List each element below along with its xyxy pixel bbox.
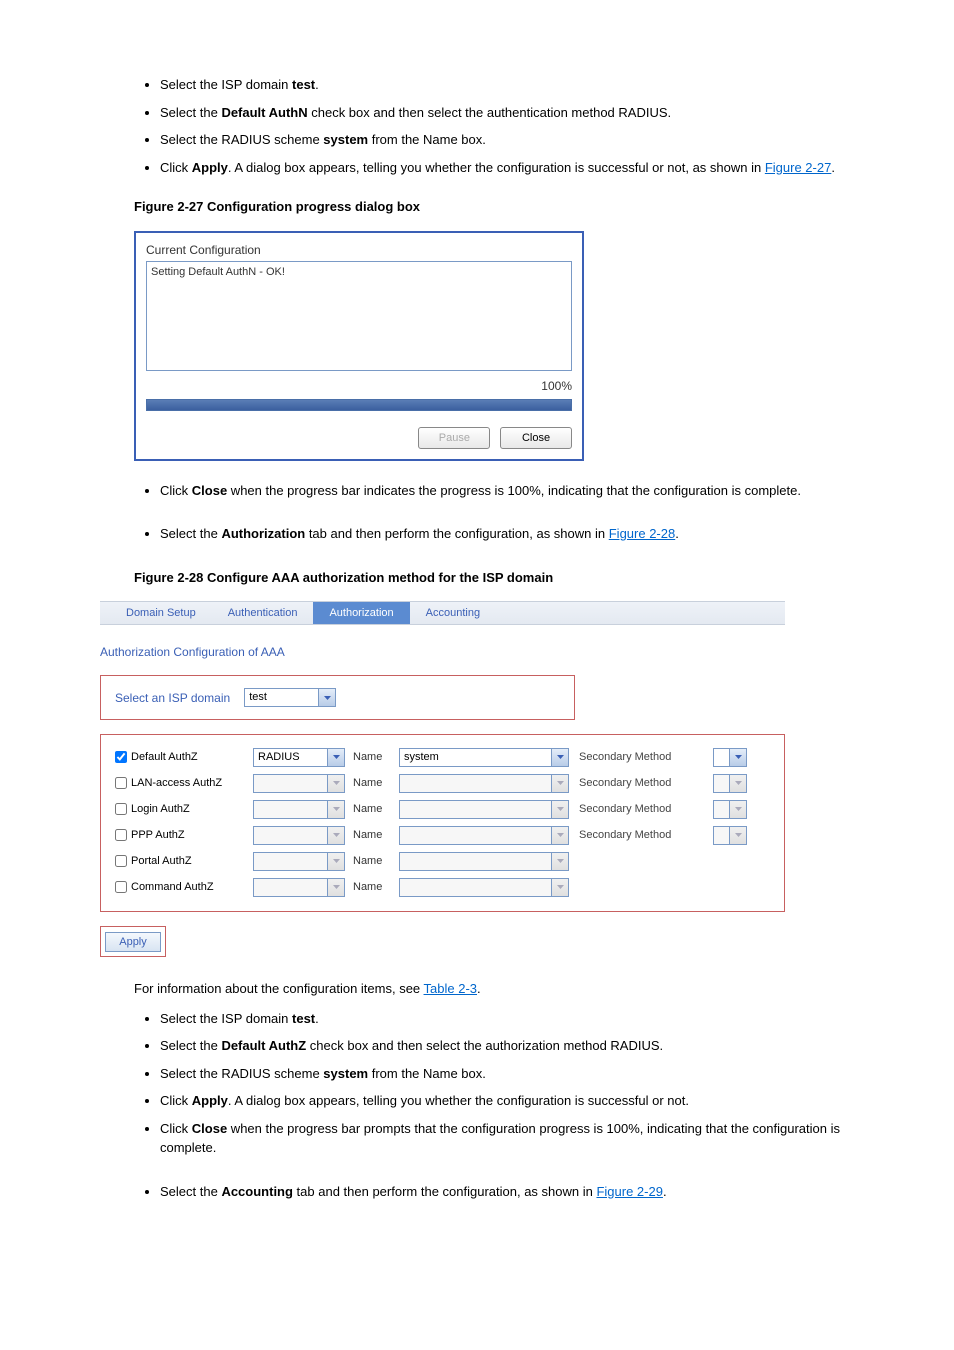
figure-link[interactable]: Figure 2-28 — [609, 526, 675, 541]
list-item: Select the Accounting tab and then perfo… — [160, 1182, 854, 1202]
config-progress-dialog: Current Configuration Setting Default Au… — [134, 231, 584, 461]
chevron-down-icon — [551, 879, 568, 896]
default-authz-checkbox[interactable]: Default AuthZ — [115, 749, 245, 766]
list-item: Select the RADIUS scheme system from the… — [160, 1064, 854, 1084]
list-item: Click Apply. A dialog box appears, telli… — [160, 158, 854, 178]
lan-access-method-select[interactable] — [253, 774, 345, 793]
tab-authentication[interactable]: Authentication — [212, 602, 314, 624]
section-label: Authorization Configuration of AAA — [100, 643, 785, 661]
default-authz-method-select[interactable]: RADIUS — [253, 748, 345, 767]
chevron-down-icon — [729, 827, 746, 844]
chevron-down-icon — [551, 801, 568, 818]
apply-box: Apply — [100, 926, 166, 957]
chevron-down-icon — [729, 775, 746, 792]
list-item: Click Close when the progress bar indica… — [160, 481, 854, 501]
list-item: Select the Default AuthN check box and t… — [160, 103, 854, 123]
figure-caption-28: Figure 2-28 Configure AAA authorization … — [134, 568, 854, 588]
chevron-down-icon — [318, 689, 335, 706]
login-authz-checkbox[interactable]: Login AuthZ — [115, 801, 245, 818]
command-authz-name-select[interactable] — [399, 878, 569, 897]
chevron-down-icon — [327, 853, 344, 870]
popup-log: Setting Default AuthN - OK! — [146, 261, 572, 371]
list-item: Select the ISP domain test. — [160, 75, 854, 95]
chevron-down-icon — [729, 749, 746, 766]
chevron-down-icon — [551, 853, 568, 870]
ppp-authz-secondary-select[interactable] — [713, 826, 747, 845]
apply-button[interactable]: Apply — [105, 932, 161, 952]
chevron-down-icon — [551, 827, 568, 844]
default-authz-name-select[interactable]: system — [399, 748, 569, 767]
figure-caption-27: Figure 2-27 Configuration progress dialo… — [134, 197, 854, 217]
chevron-down-icon — [327, 801, 344, 818]
authz-table: Default AuthZ RADIUS Name system Seconda… — [100, 734, 785, 912]
chevron-down-icon — [551, 749, 568, 766]
aaa-panel: Domain Setup Authentication Authorizatio… — [100, 601, 785, 957]
lan-access-name-select[interactable] — [399, 774, 569, 793]
bullet-list-2: Click Close when the progress bar indica… — [100, 481, 854, 544]
list-item: Select the RADIUS scheme system from the… — [160, 130, 854, 150]
table-link[interactable]: Table 2-3 — [424, 981, 477, 996]
login-authz-method-select[interactable] — [253, 800, 345, 819]
list-item: Select the ISP domain test. — [160, 1009, 854, 1029]
portal-authz-name-select[interactable] — [399, 852, 569, 871]
popup-title: Current Configuration — [146, 241, 572, 259]
chevron-down-icon — [327, 749, 344, 766]
chevron-down-icon — [729, 801, 746, 818]
tab-domain-setup[interactable]: Domain Setup — [110, 602, 212, 624]
list-item: Select the Default AuthZ check box and t… — [160, 1036, 854, 1056]
tab-authorization[interactable]: Authorization — [313, 602, 409, 624]
login-authz-name-select[interactable] — [399, 800, 569, 819]
ppp-authz-checkbox[interactable]: PPP AuthZ — [115, 827, 245, 844]
portal-authz-checkbox[interactable]: Portal AuthZ — [115, 853, 245, 870]
close-button[interactable]: Close — [500, 427, 572, 449]
isp-domain-select[interactable]: test — [244, 688, 336, 707]
list-item: Click Apply. A dialog box appears, telli… — [160, 1091, 854, 1111]
list-item: Click Close when the progress bar prompt… — [160, 1119, 854, 1158]
list-item: Select the Authorization tab and then pe… — [160, 524, 854, 544]
tab-bar: Domain Setup Authentication Authorizatio… — [100, 601, 785, 625]
tab-accounting[interactable]: Accounting — [410, 602, 496, 624]
figure-link[interactable]: Figure 2-27 — [765, 160, 831, 175]
bullet-list-3: Select the ISP domain test. Select the D… — [100, 1009, 854, 1202]
chevron-down-icon — [327, 879, 344, 896]
progress-percent: 100% — [146, 377, 572, 395]
figure-link[interactable]: Figure 2-29 — [596, 1184, 662, 1199]
lan-access-authz-checkbox[interactable]: LAN-access AuthZ — [115, 775, 245, 792]
chevron-down-icon — [327, 827, 344, 844]
bullet-list-1: Select the ISP domain test. Select the D… — [100, 75, 854, 177]
chevron-down-icon — [327, 775, 344, 792]
progress-bar — [146, 399, 572, 411]
command-authz-method-select[interactable] — [253, 878, 345, 897]
isp-domain-row: Select an ISP domain test — [100, 675, 575, 720]
pause-button[interactable]: Pause — [418, 427, 490, 449]
ppp-authz-name-select[interactable] — [399, 826, 569, 845]
login-authz-secondary-select[interactable] — [713, 800, 747, 819]
table-ref: For information about the configuration … — [134, 979, 820, 999]
command-authz-checkbox[interactable]: Command AuthZ — [115, 879, 245, 896]
ppp-authz-method-select[interactable] — [253, 826, 345, 845]
default-authz-secondary-select[interactable] — [713, 748, 747, 767]
lan-access-secondary-select[interactable] — [713, 774, 747, 793]
portal-authz-method-select[interactable] — [253, 852, 345, 871]
chevron-down-icon — [551, 775, 568, 792]
